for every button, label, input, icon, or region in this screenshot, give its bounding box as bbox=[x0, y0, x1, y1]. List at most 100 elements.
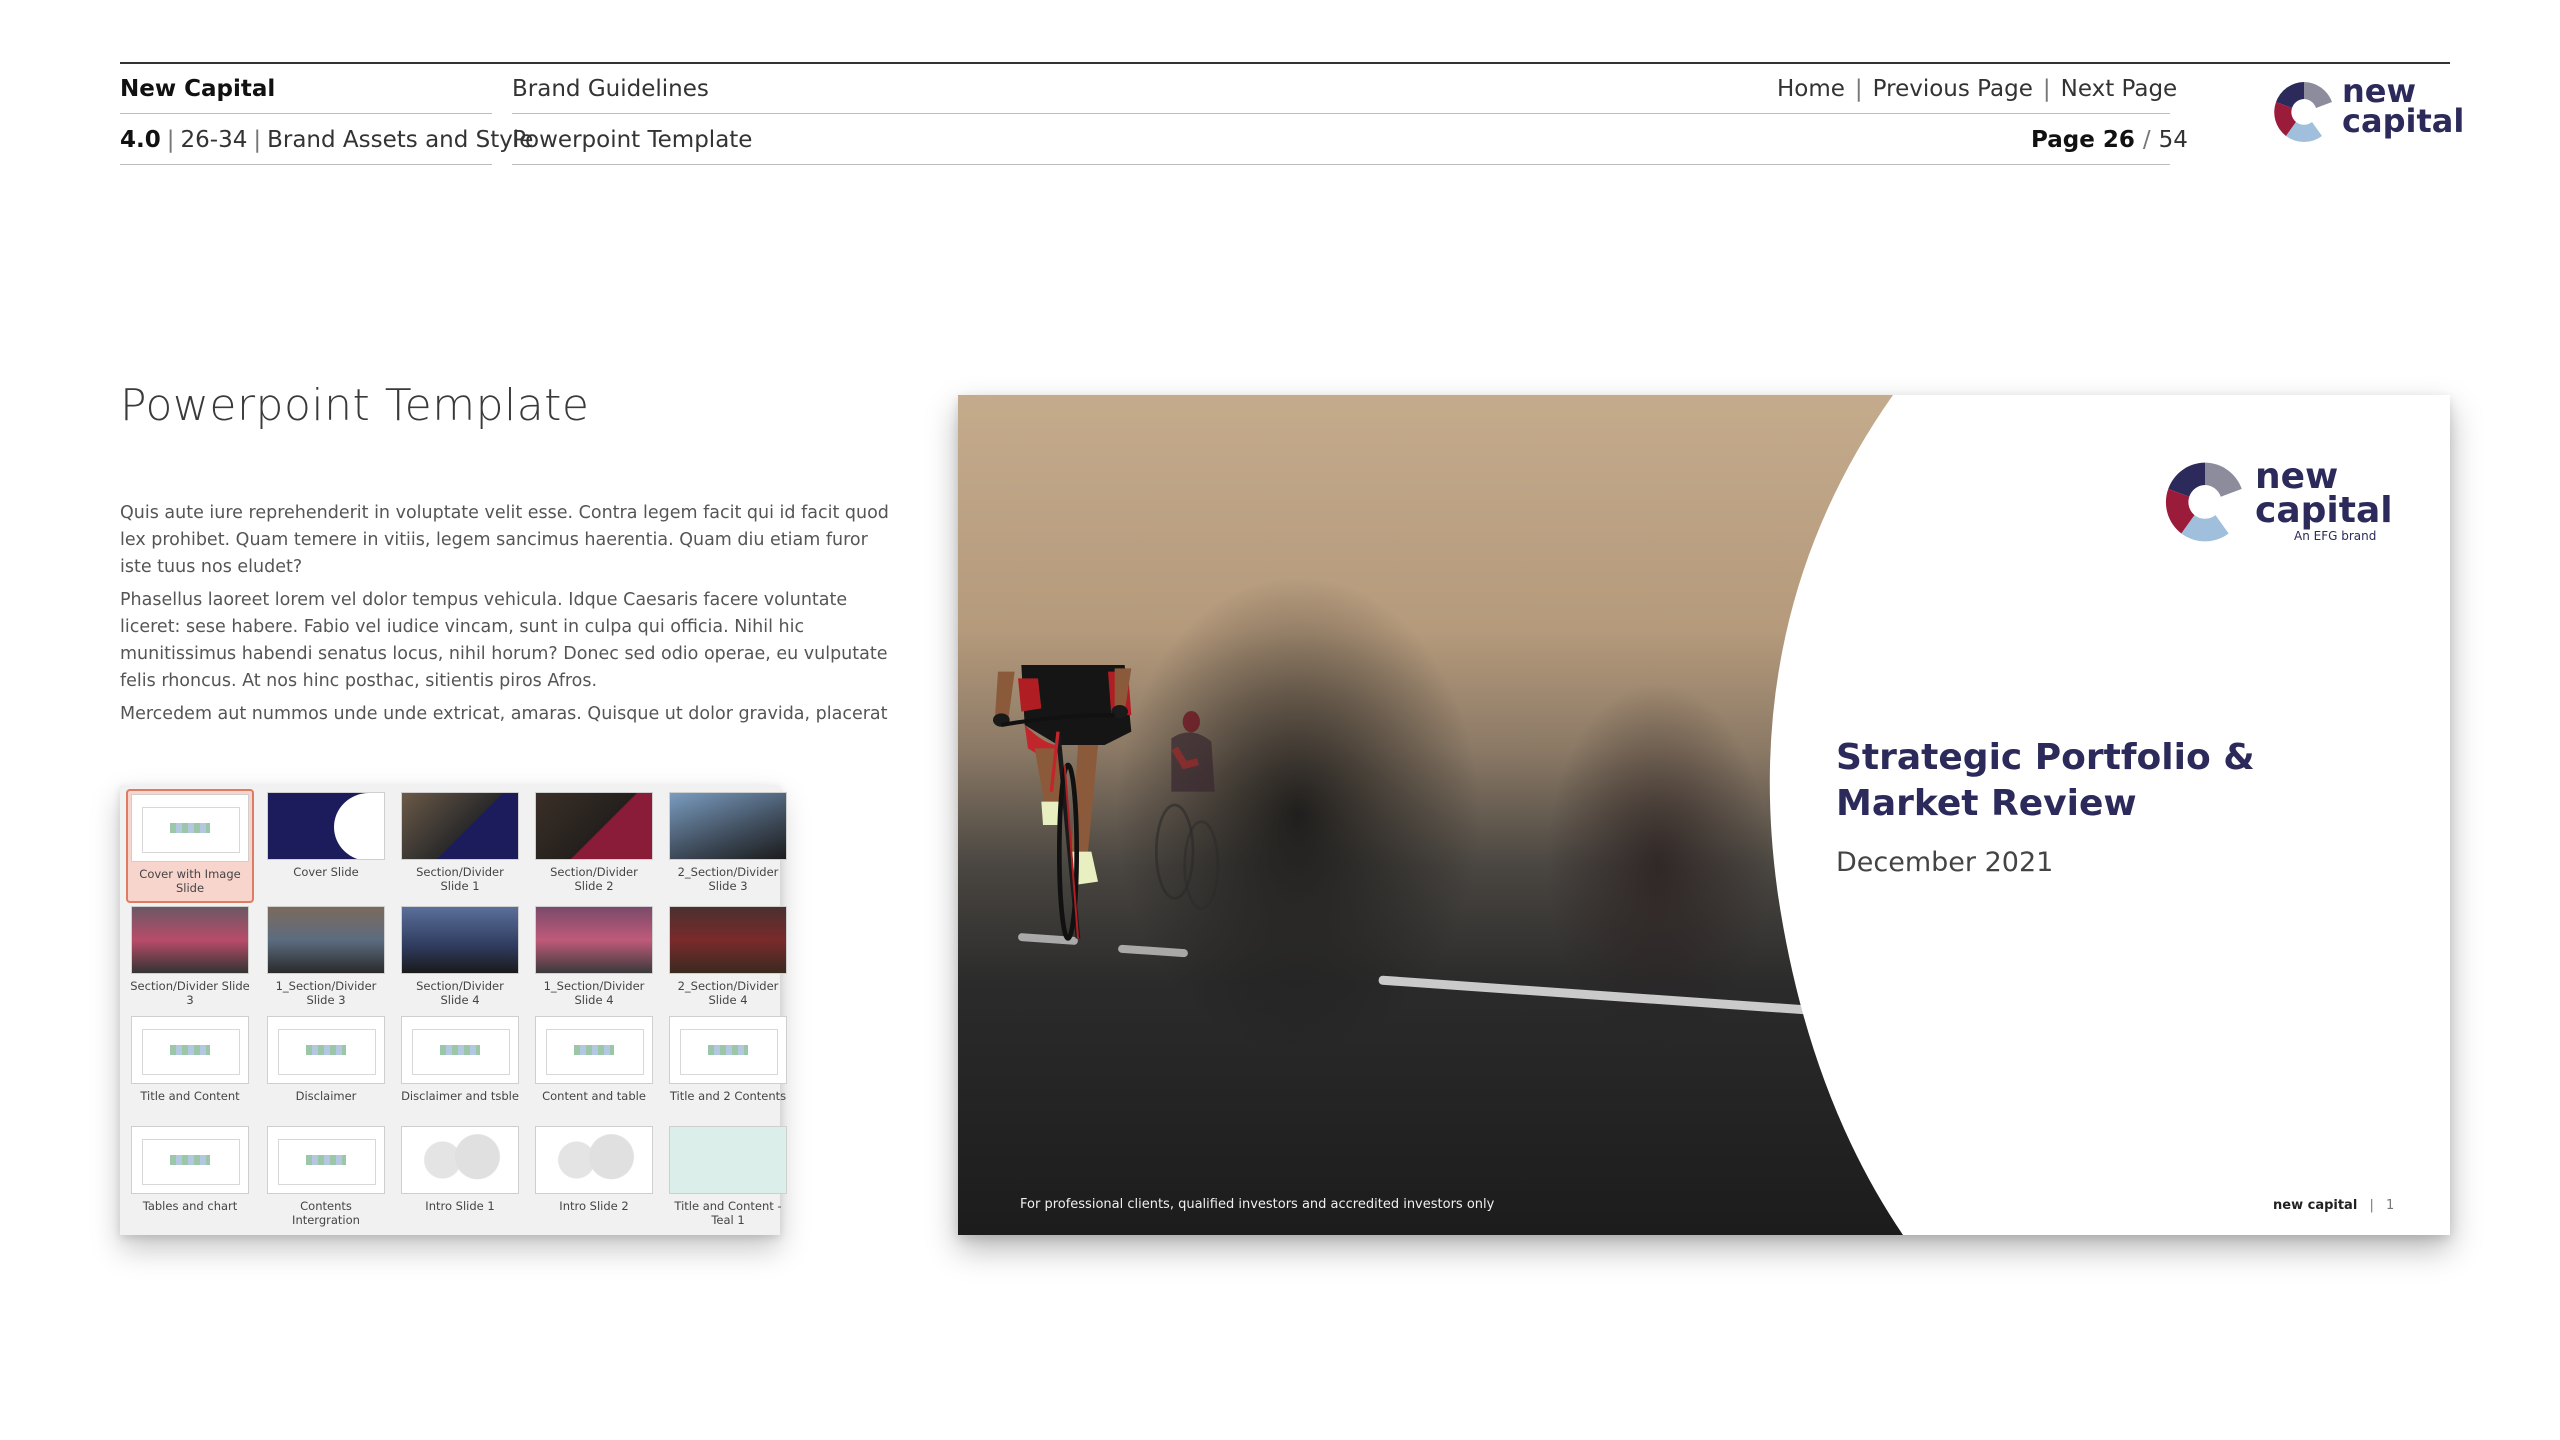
subsection-title: Powerpoint Template bbox=[512, 127, 753, 153]
section-name: Brand Assets and Style bbox=[267, 127, 534, 153]
slide-thumbnail-label: Title and Content bbox=[140, 1089, 240, 1103]
section-breadcrumb: 4.0 | 26-34 | Brand Assets and Style bbox=[120, 127, 533, 153]
slide-thumbnail[interactable]: 2_Section/Divider Slide 4 bbox=[666, 903, 790, 1013]
slide-logo-word-new: new bbox=[2255, 456, 2339, 497]
slide-thumbnail[interactable]: Disclaimer bbox=[264, 1013, 388, 1123]
slide-logo-wordmark: new capital bbox=[2255, 456, 2393, 531]
slide-thumbnail-label: Cover with Image Slide bbox=[139, 867, 241, 895]
slide-thumbnail-image bbox=[131, 794, 249, 862]
slide-date: December 2021 bbox=[1836, 847, 2054, 878]
slide-page-number: 1 bbox=[2385, 1198, 2395, 1213]
header-rule-right-2 bbox=[512, 164, 2170, 165]
slide-title: Strategic Portfolio & Market Review bbox=[1836, 737, 2255, 824]
slide-thumbnail-image bbox=[131, 1126, 249, 1194]
slide-thumbnails-grid: Cover with Image Slide Cover Slide Section… bbox=[126, 789, 787, 1233]
logo-word-capital: capital bbox=[2342, 102, 2465, 140]
total-pages: 54 bbox=[2158, 127, 2188, 153]
breadcrumb-separator: | bbox=[253, 127, 262, 153]
current-page: Page 26 bbox=[2031, 127, 2135, 153]
section-pages: 26-34 bbox=[180, 127, 248, 153]
breadcrumb-separator: | bbox=[166, 127, 175, 153]
page-title: Powerpoint Template bbox=[120, 380, 590, 431]
slide-thumbnail-image bbox=[669, 906, 787, 974]
slide-preview[interactable]: new capital An EFG brand Strategic Portf… bbox=[958, 395, 2450, 1235]
slide-thumbnail-image bbox=[401, 1126, 519, 1194]
slide-thumbnail[interactable]: Title and 2 Contents bbox=[666, 1013, 790, 1123]
slide-footer: new capital | 1 bbox=[2273, 1198, 2394, 1213]
next-page-link[interactable]: Next Page bbox=[2061, 76, 2178, 102]
header-rule-right bbox=[512, 113, 2170, 114]
slide-thumbnail[interactable]: Section/Divider Slide 2 bbox=[532, 789, 656, 903]
slide-thumbnail-image bbox=[401, 1016, 519, 1084]
slide-thumbnail-label: Intro Slide 2 bbox=[559, 1199, 629, 1213]
slide-thumbnail-label: Tables and chart bbox=[142, 1199, 238, 1213]
slide-thumbnails-panel: Cover with Image Slide Cover Slide Section… bbox=[120, 785, 787, 1235]
body-paragraph: Phasellus laoreet lorem vel dolor tempus… bbox=[120, 590, 888, 691]
header-top-rule bbox=[120, 62, 2450, 64]
body-paragraph: Mercedem aut nummos unde unde extricat, … bbox=[120, 704, 888, 724]
nav-separator: | bbox=[1854, 76, 1863, 102]
slide-thumbnail-label: Title and Content - Teal 1 bbox=[674, 1199, 782, 1227]
slide-footer-brand: new capital bbox=[2273, 1198, 2358, 1213]
header-rule-left bbox=[120, 113, 492, 114]
slide-thumbnail[interactable]: Cover Slide bbox=[264, 789, 388, 903]
previous-page-link[interactable]: Previous Page bbox=[1873, 76, 2033, 102]
slide-thumbnail-image bbox=[401, 792, 519, 860]
slide-thumbnail-image bbox=[535, 1126, 653, 1194]
slide-thumbnail[interactable]: Contents Intergration bbox=[264, 1123, 388, 1233]
slide-thumbnail[interactable]: 1_Section/Divider Slide 3 bbox=[264, 903, 388, 1013]
slide-thumbnail-label: Intro Slide 1 bbox=[425, 1199, 495, 1213]
page-separator: / bbox=[2142, 127, 2151, 153]
slide-thumbnail-label: Title and 2 Contents bbox=[669, 1089, 787, 1103]
slide-thumbnail-image bbox=[669, 1126, 787, 1194]
slide-disclaimer: For professional clients, qualified inve… bbox=[1020, 1197, 1495, 1212]
slide-thumbnail[interactable]: Intro Slide 1 bbox=[398, 1123, 522, 1233]
slide-thumbnail-label: Section/Divider Slide 2 bbox=[550, 865, 638, 893]
slide-thumbnail[interactable]: Cover with Image Slide bbox=[126, 789, 254, 903]
slide-thumbnail-label: Section/Divider Slide 4 bbox=[416, 979, 504, 1007]
slide-thumbnail[interactable]: Disclaimer and tsble bbox=[398, 1013, 522, 1123]
slide-tagline: An EFG brand bbox=[2294, 529, 2377, 543]
slide-thumbnail[interactable]: Title and Content bbox=[126, 1013, 254, 1123]
slide-thumbnail[interactable]: Title and Content - Teal 1 bbox=[666, 1123, 790, 1233]
brand-name: New Capital bbox=[120, 76, 276, 102]
slide-thumbnail[interactable]: Tables and chart bbox=[126, 1123, 254, 1233]
slide-thumbnail-label: 1_Section/Divider Slide 3 bbox=[275, 979, 377, 1007]
slide-thumbnail-image bbox=[401, 906, 519, 974]
slide-thumbnail-image bbox=[535, 906, 653, 974]
header-navigation: Home | Previous Page | Next Page bbox=[1777, 76, 2177, 102]
header-rule-left-2 bbox=[120, 164, 492, 165]
slide-thumbnail-label: Disclaimer and tsble bbox=[401, 1089, 519, 1103]
page-indicator: Page 26 / 54 bbox=[2031, 127, 2188, 153]
slide-thumbnail-image bbox=[267, 1016, 385, 1084]
logo-wordmark: new capital bbox=[2342, 75, 2465, 140]
slide-thumbnail-label: Cover Slide bbox=[293, 865, 359, 879]
slide-thumbnail-label: 1_Section/Divider Slide 4 bbox=[543, 979, 645, 1007]
slide-thumbnail[interactable]: Content and table bbox=[532, 1013, 656, 1123]
slide-logo-mark-icon bbox=[2165, 462, 2242, 542]
logo-mark-icon bbox=[2274, 82, 2332, 142]
body-copy: Quis aute iure reprehenderit in voluptat… bbox=[120, 500, 890, 734]
new-capital-logo[interactable]: new capital bbox=[2272, 75, 2464, 146]
slide-thumbnail-image bbox=[131, 1016, 249, 1084]
home-link[interactable]: Home bbox=[1777, 76, 1845, 102]
slide-thumbnail-label: Contents Intergration bbox=[292, 1199, 360, 1227]
slide-thumbnail-image bbox=[131, 906, 249, 974]
section-number: 4.0 bbox=[120, 127, 161, 153]
slide-thumbnail[interactable]: Section/Divider Slide 4 bbox=[398, 903, 522, 1013]
slide-logo-word-capital: capital bbox=[2255, 490, 2393, 531]
slide-thumbnail-image bbox=[669, 1016, 787, 1084]
nav-separator: | bbox=[2042, 76, 2051, 102]
slide-thumbnail-label: 2_Section/Divider Slide 4 bbox=[677, 979, 779, 1007]
slide-thumbnail[interactable]: 1_Section/Divider Slide 4 bbox=[532, 903, 656, 1013]
slide-thumbnail-label: Content and table bbox=[542, 1089, 646, 1103]
slide-thumbnail-image bbox=[669, 792, 787, 860]
slide-thumbnail[interactable]: Section/Divider Slide 3 bbox=[126, 903, 254, 1013]
document-title: Brand Guidelines bbox=[512, 76, 709, 102]
slide-thumbnail[interactable]: Section/Divider Slide 1 bbox=[398, 789, 522, 903]
slide-thumbnail-image bbox=[267, 906, 385, 974]
slide-thumbnail[interactable]: 2_Section/Divider Slide 3 bbox=[666, 789, 790, 903]
slide-footer-separator: | bbox=[2369, 1198, 2374, 1213]
slide-thumbnail[interactable]: Intro Slide 2 bbox=[532, 1123, 656, 1233]
slide-thumbnail-image bbox=[267, 792, 385, 860]
